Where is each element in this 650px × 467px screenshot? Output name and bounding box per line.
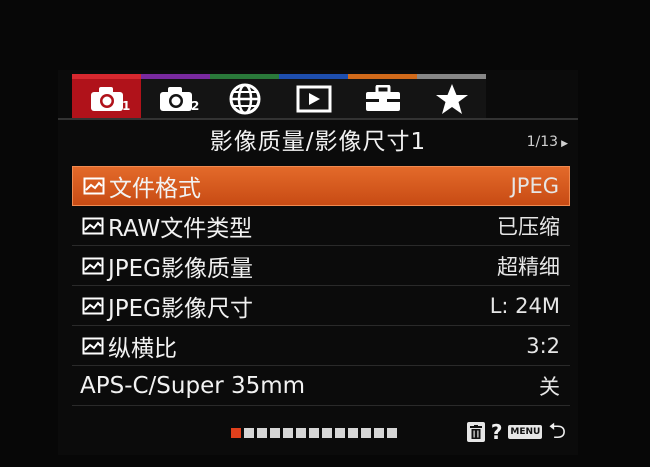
still-image-icon [82,257,104,274]
menu-item-value: 超精细 [497,254,560,279]
page-dot [374,428,384,438]
menu-item-value: 3:2 [526,333,560,358]
trash-icon[interactable] [466,422,485,442]
still-image-icon [83,177,105,195]
camera-menu-screen: 1 2 影像质量/影像尺寸1 1/13 ▶ 文件格式 JPEG RAW文件类型 … [58,70,578,455]
toolbox-icon [365,84,400,111]
camera-icon [159,86,192,111]
menu-item-value: 已压缩 [497,214,560,239]
menu-button-badge[interactable]: MENU [508,425,543,439]
menu-item-value: 关 [539,374,560,399]
menu-item-label: 文件格式 [109,176,201,202]
page-dots [231,428,397,438]
help-button[interactable]: ? [491,420,503,444]
tab-favorite[interactable] [417,74,486,118]
play-icon [296,85,331,112]
tab-number: 1 [122,99,131,113]
menu-item-raw-file-type[interactable]: RAW文件类型 已压缩 [72,206,570,246]
page-dot-current [231,428,241,438]
page-dot [322,428,332,438]
page-dot [309,428,319,438]
page-dot [257,428,267,438]
menu-item-label: APS-C/Super 35mm [80,372,306,399]
page-indicator: 1/13 ▶ [527,134,568,150]
page-title: 影像质量/影像尺寸1 [209,129,427,155]
tab-divider [58,118,578,120]
tab-camera-2[interactable]: 2 [141,74,210,118]
page-dot [361,428,371,438]
globe-icon [229,83,260,114]
tab-number: 2 [191,99,200,113]
tab-playback[interactable] [279,74,348,118]
menu-tabs: 1 2 [72,74,486,118]
menu-item-label: RAW文件类型 [108,215,253,242]
star-icon [435,83,468,114]
menu-item-aps-c[interactable]: APS-C/Super 35mm 关 [72,366,570,406]
page-dot [335,428,345,438]
tab-network[interactable] [210,74,279,118]
next-page-arrow-icon: ▶ [561,139,568,149]
menu-item-label: JPEG影像质量 [108,255,254,282]
still-image-icon [82,217,104,234]
still-image-icon [82,297,104,314]
page-dot [387,428,397,438]
still-image-icon [82,337,104,354]
menu-item-value: L: 24M [489,293,560,318]
tab-camera-1[interactable]: 1 [72,74,141,118]
page-dot [270,428,280,438]
menu-item-jpeg-size[interactable]: JPEG影像尺寸 L: 24M [72,286,570,326]
camera-icon [90,86,123,111]
menu-item-label: JPEG影像尺寸 [108,295,254,322]
page-dot [283,428,293,438]
menu-item-value: JPEG [510,174,559,198]
menu-list: 文件格式 JPEG RAW文件类型 已压缩 JPEG影像质量 超精细 JPEG影… [72,166,570,406]
menu-item-file-format[interactable]: 文件格式 JPEG [72,166,570,206]
page-number: 1/13 [526,134,559,150]
tab-setup[interactable] [348,74,417,118]
menu-item-aspect-ratio[interactable]: 纵横比 3:2 [72,326,570,366]
menu-item-jpeg-quality[interactable]: JPEG影像质量 超精细 [72,246,570,286]
page-dot [348,428,358,438]
page-dot [244,428,254,438]
menu-item-label: 纵横比 [108,335,177,362]
footer-controls: ? MENU ⮌ [466,420,566,444]
page-dot [296,428,306,438]
back-arrow-icon[interactable]: ⮌ [548,421,566,443]
